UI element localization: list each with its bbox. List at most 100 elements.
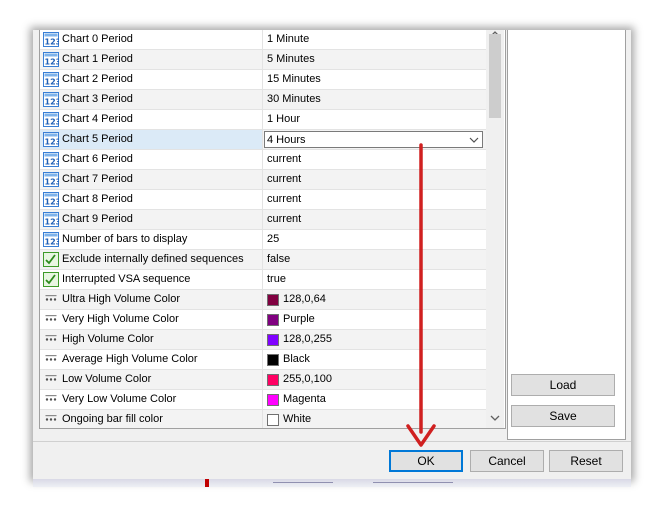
color-dots-icon	[43, 392, 59, 407]
property-value: 255,0,100	[283, 373, 332, 385]
property-name-cell[interactable]: 123Chart 3 Period	[40, 90, 263, 109]
color-swatch[interactable]	[267, 414, 279, 426]
property-row[interactable]: Low Volume Color 255,0,100	[40, 370, 486, 390]
number-123-icon: 123	[43, 152, 61, 167]
color-swatch[interactable]	[267, 394, 279, 406]
property-name-cell[interactable]: Low Volume Color	[40, 370, 263, 389]
property-value: Purple	[283, 313, 315, 325]
color-swatch[interactable]	[267, 374, 279, 386]
chevron-down-icon[interactable]	[468, 135, 480, 145]
load-button[interactable]: Load	[511, 374, 615, 396]
property-name-cell[interactable]: 123Chart 0 Period	[40, 30, 263, 49]
color-swatch[interactable]	[267, 294, 279, 306]
property-value-cell[interactable]: 1 Hour	[263, 110, 486, 129]
property-name-cell[interactable]: 123Chart 2 Period	[40, 70, 263, 89]
property-name-cell[interactable]: 123Number of bars to display	[40, 230, 263, 249]
property-name-cell[interactable]: 123Chart 7 Period	[40, 170, 263, 189]
property-value-cell[interactable]: 4 Hours	[263, 130, 486, 149]
property-value-cell[interactable]: 128,0,64	[263, 290, 486, 309]
property-name-cell[interactable]: Exclude internally defined sequences	[40, 250, 263, 269]
property-value-cell[interactable]: current	[263, 170, 486, 189]
cancel-button[interactable]: Cancel	[470, 450, 544, 472]
property-name-cell[interactable]: Interrupted VSA sequence	[40, 270, 263, 289]
property-value-cell[interactable]: true	[263, 270, 486, 289]
property-value-cell[interactable]: White	[263, 410, 486, 428]
property-name: Chart 3 Period	[62, 93, 133, 105]
property-name-cell[interactable]: 123Chart 8 Period	[40, 190, 263, 209]
property-name-cell[interactable]: 123Chart 5 Period	[40, 130, 263, 149]
property-row[interactable]: 123Chart 6 Period current	[40, 150, 486, 170]
property-value-cell[interactable]: 25	[263, 230, 486, 249]
color-swatch[interactable]	[267, 354, 279, 366]
property-value-cell[interactable]: false	[263, 250, 486, 269]
property-name-cell[interactable]: High Volume Color	[40, 330, 263, 349]
color-dots-icon	[43, 332, 59, 347]
property-value-cell[interactable]: 5 Minutes	[263, 50, 486, 69]
number-123-icon: 123	[43, 132, 61, 147]
property-value: false	[267, 253, 291, 265]
property-value-cell[interactable]: 1 Minute	[263, 30, 486, 49]
property-row[interactable]: 123Chart 5 Period 4 Hours	[40, 130, 486, 150]
property-name-cell[interactable]: Ongoing bar fill color	[40, 410, 263, 428]
color-swatch[interactable]	[267, 334, 279, 346]
property-value-cell[interactable]: current	[263, 210, 486, 229]
property-name-cell[interactable]: Very Low Volume Color	[40, 390, 263, 409]
color-dots-icon	[43, 412, 59, 427]
property-value-cell[interactable]: 15 Minutes	[263, 70, 486, 89]
period-dropdown[interactable]: 4 Hours	[264, 131, 483, 148]
property-name: Interrupted VSA sequence	[62, 273, 191, 285]
vertical-scrollbar[interactable]	[486, 30, 504, 428]
color-swatch[interactable]	[267, 314, 279, 326]
property-row[interactable]: 123Number of bars to display 25	[40, 230, 486, 250]
dropdown-selected-value: 4 Hours	[267, 134, 306, 146]
property-value-cell[interactable]: 255,0,100	[263, 370, 486, 389]
property-name: Chart 0 Period	[62, 33, 133, 45]
property-name-cell[interactable]: 123Chart 4 Period	[40, 110, 263, 129]
reset-button[interactable]: Reset	[549, 450, 623, 472]
property-row[interactable]: 123Chart 0 Period 1 Minute	[40, 30, 486, 50]
property-row[interactable]: 123Chart 8 Period current	[40, 190, 486, 210]
property-row[interactable]: 123Chart 3 Period 30 Minutes	[40, 90, 486, 110]
svg-text:123: 123	[45, 178, 60, 187]
property-value: 15 Minutes	[267, 73, 321, 85]
property-row[interactable]: Exclude internally defined sequences fals…	[40, 250, 486, 270]
save-button[interactable]: Save	[511, 405, 615, 427]
property-row[interactable]: 123Chart 1 Period 5 Minutes	[40, 50, 486, 70]
property-value-cell[interactable]: Purple	[263, 310, 486, 329]
property-value-cell[interactable]: current	[263, 190, 486, 209]
property-row[interactable]: Very High Volume Color Purple	[40, 310, 486, 330]
property-row[interactable]: High Volume Color 128,0,255	[40, 330, 486, 350]
property-row[interactable]: 123Chart 2 Period 15 Minutes	[40, 70, 486, 90]
svg-text:123: 123	[45, 138, 60, 147]
number-123-icon: 123	[43, 52, 61, 67]
number-123-icon: 123	[43, 172, 61, 187]
property-name-cell[interactable]: Ultra High Volume Color	[40, 290, 263, 309]
cancel-button-label: Cancel	[488, 454, 526, 468]
property-row[interactable]: 123Chart 7 Period current	[40, 170, 486, 190]
property-name-cell[interactable]: 123Chart 9 Period	[40, 210, 263, 229]
property-value-cell[interactable]: 128,0,255	[263, 330, 486, 349]
property-name-cell[interactable]: 123Chart 1 Period	[40, 50, 263, 69]
property-name-cell[interactable]: Very High Volume Color	[40, 310, 263, 329]
property-row[interactable]: 123Chart 9 Period current	[40, 210, 486, 230]
svg-text:123: 123	[45, 58, 60, 67]
property-row[interactable]: Average High Volume Color Black	[40, 350, 486, 370]
property-value: Black	[283, 353, 310, 365]
property-value-cell[interactable]: current	[263, 150, 486, 169]
scrollbar-thumb[interactable]	[489, 34, 501, 118]
property-name: Average High Volume Color	[62, 353, 198, 365]
scroll-down-icon[interactable]	[490, 414, 500, 422]
property-row[interactable]: Very Low Volume Color Magenta	[40, 390, 486, 410]
property-value-cell[interactable]: Magenta	[263, 390, 486, 409]
property-name-cell[interactable]: Average High Volume Color	[40, 350, 263, 369]
property-name: Chart 4 Period	[62, 113, 133, 125]
property-row[interactable]: Ongoing bar fill color White	[40, 410, 486, 428]
property-row[interactable]: Interrupted VSA sequence true	[40, 270, 486, 290]
property-value-cell[interactable]: 30 Minutes	[263, 90, 486, 109]
ok-button[interactable]: OK	[389, 450, 463, 472]
property-row[interactable]: 123Chart 4 Period 1 Hour	[40, 110, 486, 130]
property-name: Number of bars to display	[62, 233, 188, 245]
property-row[interactable]: Ultra High Volume Color 128,0,64	[40, 290, 486, 310]
property-value-cell[interactable]: Black	[263, 350, 486, 369]
property-name-cell[interactable]: 123Chart 6 Period	[40, 150, 263, 169]
